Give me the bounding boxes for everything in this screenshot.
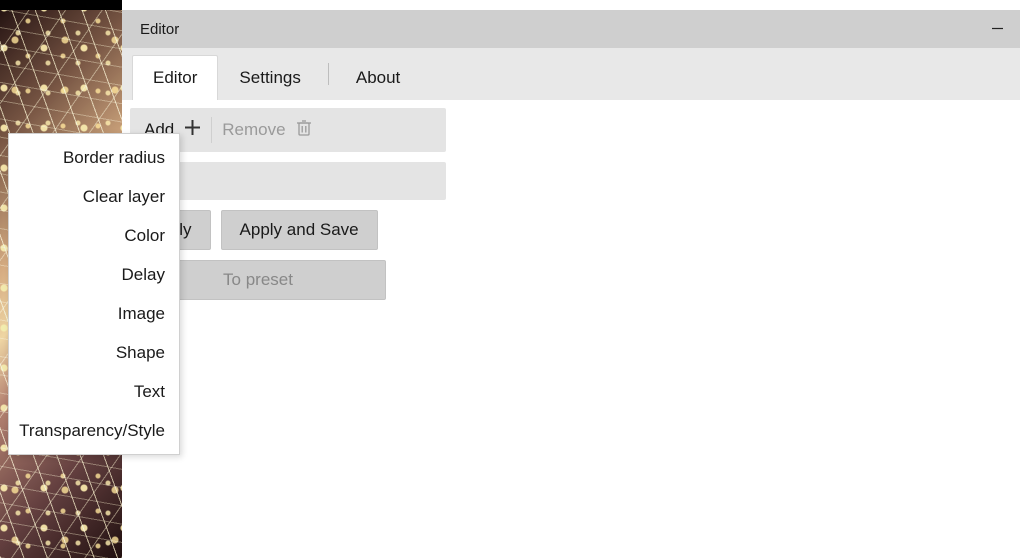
plus-icon	[184, 119, 201, 141]
tab-label: About	[356, 68, 400, 87]
menu-item-color[interactable]: Color	[9, 216, 179, 255]
tab-separator	[328, 63, 329, 85]
remove-label: Remove	[222, 120, 285, 140]
minimize-button[interactable]	[974, 14, 1020, 44]
window-title: Editor	[140, 21, 179, 38]
tab-bar: Editor Settings About	[122, 48, 1020, 100]
tab-editor[interactable]: Editor	[132, 55, 218, 100]
tab-label: Settings	[239, 68, 300, 87]
menu-item-label: Shape	[116, 343, 165, 363]
menu-item-transparency-style[interactable]: Transparency/Style	[9, 411, 179, 450]
trash-icon	[296, 119, 312, 142]
menu-item-label: Delay	[122, 265, 165, 285]
menu-item-label: Text	[134, 382, 165, 402]
menu-item-clear-layer[interactable]: Clear layer	[9, 177, 179, 216]
menu-item-label: Color	[124, 226, 165, 246]
add-dropdown-menu: Border radius Clear layer Color Delay Im…	[8, 133, 180, 455]
tab-settings[interactable]: Settings	[218, 55, 321, 100]
remove-button[interactable]: Remove	[212, 119, 321, 142]
button-label: To preset	[223, 270, 293, 290]
minimize-icon	[992, 21, 1003, 38]
menu-item-label: Border radius	[63, 148, 165, 168]
button-label: Apply and Save	[240, 220, 359, 240]
tab-about[interactable]: About	[335, 55, 421, 100]
menu-item-delay[interactable]: Delay	[9, 255, 179, 294]
apply-and-save-button[interactable]: Apply and Save	[221, 210, 378, 250]
menu-item-label: Image	[118, 304, 165, 324]
menu-item-label: Clear layer	[83, 187, 165, 207]
menu-item-text[interactable]: Text	[9, 372, 179, 411]
editor-window: Editor Editor Settings About	[122, 10, 1020, 558]
menu-item-label: Transparency/Style	[19, 421, 165, 441]
menu-item-shape[interactable]: Shape	[9, 333, 179, 372]
menu-item-border-radius[interactable]: Border radius	[9, 138, 179, 177]
titlebar[interactable]: Editor	[122, 10, 1020, 48]
tab-label: Editor	[153, 68, 197, 87]
editor-content: Add Remove	[122, 100, 1020, 558]
menu-item-image[interactable]: Image	[9, 294, 179, 333]
